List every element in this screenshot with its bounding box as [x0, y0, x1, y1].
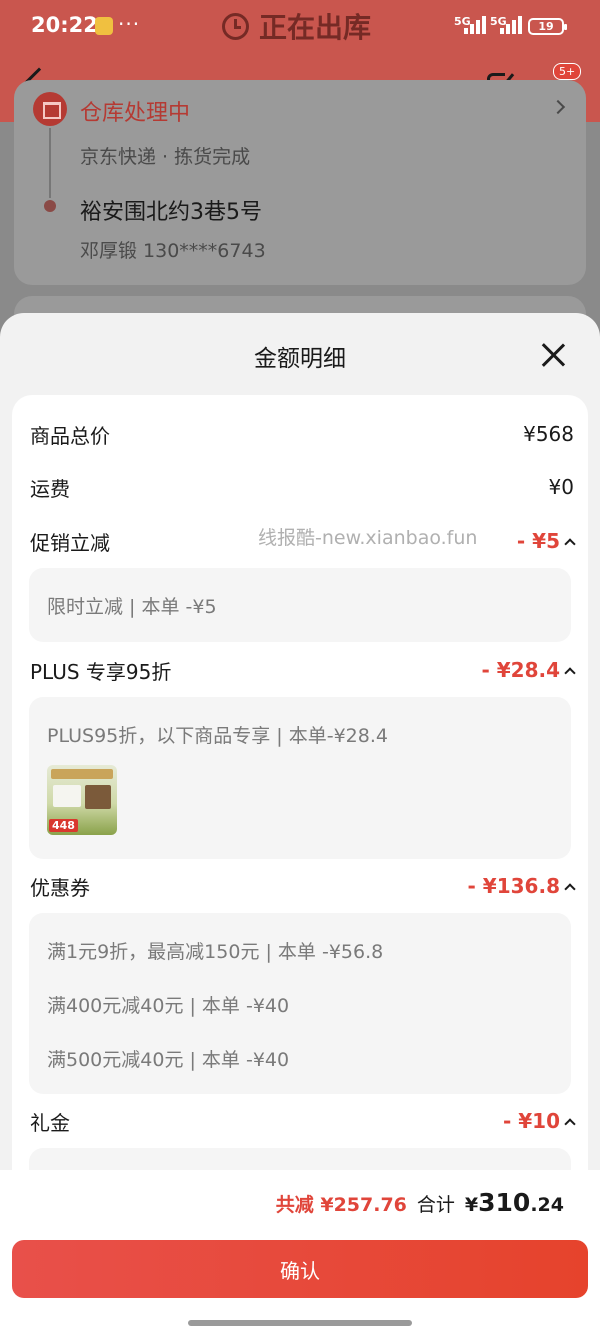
courier-status: 京东快递 · 拣货完成 — [80, 146, 251, 168]
plus-detail-line: PLUS95折，以下商品专享 | 本单-¥28.4 — [47, 725, 388, 747]
coupon-detail-line: 满500元减40元 | 本单 -¥40 — [47, 1049, 290, 1071]
total-decimal: .24 — [530, 1194, 564, 1216]
order-status-header: 正在出库 — [222, 6, 371, 46]
total-saved: 共减 ¥257.76 — [275, 1194, 407, 1216]
notification-app-icon — [95, 17, 113, 35]
chevron-up-icon[interactable] — [564, 537, 576, 550]
sheet-footer: 共减 ¥257.76 合计 ¥310.24 确认 — [0, 1170, 600, 1333]
close-icon[interactable] — [540, 341, 568, 369]
thumb-box — [85, 785, 111, 809]
goods-total-row: 商品总价 ¥568 — [30, 419, 574, 449]
coupon-row[interactable]: 优惠券 - ¥136.8 — [30, 871, 576, 901]
total-amount: ¥310.24 — [465, 1188, 564, 1217]
plus-discount-row[interactable]: PLUS 专享95折 - ¥28.4 — [30, 655, 576, 685]
coupon-detail-box: 满1元9折，最高减150元 | 本单 -¥56.8 满400元减40元 | 本单… — [29, 913, 571, 1094]
recipient-info: 邓厚锻 130****6743 — [80, 240, 266, 262]
shipping-value: ¥0 — [548, 475, 574, 499]
goods-total-label: 商品总价 — [30, 423, 110, 448]
shipping-label: 运费 — [30, 476, 70, 501]
warehouse-icon — [33, 92, 67, 126]
goods-total-value: ¥568 — [523, 422, 574, 446]
total-integer: 310 — [478, 1188, 531, 1217]
notification-badge: 5+ — [553, 63, 582, 80]
confirm-button[interactable]: 确认 — [12, 1240, 588, 1298]
chevron-up-icon[interactable] — [564, 666, 576, 679]
coupon-detail-line: 满1元9折，最高减150元 | 本单 -¥56.8 — [47, 941, 384, 963]
sheet-title: 金额明细 — [254, 346, 346, 372]
gift-value: - ¥10 — [502, 1109, 560, 1133]
order-status-title: 正在出库 — [259, 11, 372, 44]
product-price-tag: 448 — [49, 819, 78, 832]
gift-row[interactable]: 礼金 - ¥10 — [30, 1106, 576, 1136]
totals-summary: 共减 ¥257.76 合计 ¥310.24 — [276, 1188, 564, 1217]
total-currency: ¥ — [464, 1194, 479, 1216]
battery-icon: 19 — [528, 18, 567, 35]
promo-label: 促销立减 — [30, 530, 110, 555]
tracking-line — [49, 128, 51, 198]
thumb-banner — [51, 769, 113, 779]
shipping-row: 运费 ¥0 — [30, 472, 574, 502]
coupon-label: 优惠券 — [30, 875, 90, 900]
plus-label: PLUS 专享95折 — [30, 659, 172, 684]
thumb-pack — [53, 785, 81, 807]
plus-value: - ¥28.4 — [481, 658, 560, 682]
promo-detail-box: 限时立减 | 本单 -¥5 — [29, 568, 571, 642]
signal-icon-2 — [500, 16, 526, 34]
plus-detail-box: PLUS95折，以下商品专享 | 本单-¥28.4 448 — [29, 697, 571, 859]
gift-label: 礼金 — [30, 1110, 70, 1135]
more-notifications-icon: ··· — [118, 12, 141, 36]
amount-detail-sheet: 金额明细 商品总价 ¥568 运费 ¥0 线报酷-new.xianbao.fun… — [0, 313, 600, 1333]
product-thumbnail[interactable]: 448 — [47, 765, 117, 835]
clock-icon — [222, 12, 249, 40]
chevron-up-icon[interactable] — [564, 1117, 576, 1130]
coupon-detail-line: 满400元减40元 | 本单 -¥40 — [47, 995, 290, 1017]
total-label: 合计 — [416, 1194, 455, 1216]
address-dot-icon — [44, 200, 56, 212]
status-time: 20:22 — [31, 13, 98, 37]
delivery-address: 裕安围北约3巷5号 — [80, 200, 262, 225]
promo-detail-line: 限时立减 | 本单 -¥5 — [47, 596, 217, 618]
promo-value: - ¥5 — [516, 529, 560, 553]
signal-icon-1 — [464, 16, 490, 34]
coupon-value: - ¥136.8 — [467, 874, 560, 898]
amount-detail-panel: 商品总价 ¥568 运费 ¥0 线报酷-new.xianbao.fun 促销立减… — [12, 395, 588, 1208]
home-indicator[interactable] — [188, 1320, 412, 1326]
warehouse-status: 仓库处理中 — [80, 101, 191, 126]
chevron-up-icon[interactable] — [564, 882, 576, 895]
promo-row[interactable]: 促销立减 - ¥5 — [30, 526, 576, 556]
